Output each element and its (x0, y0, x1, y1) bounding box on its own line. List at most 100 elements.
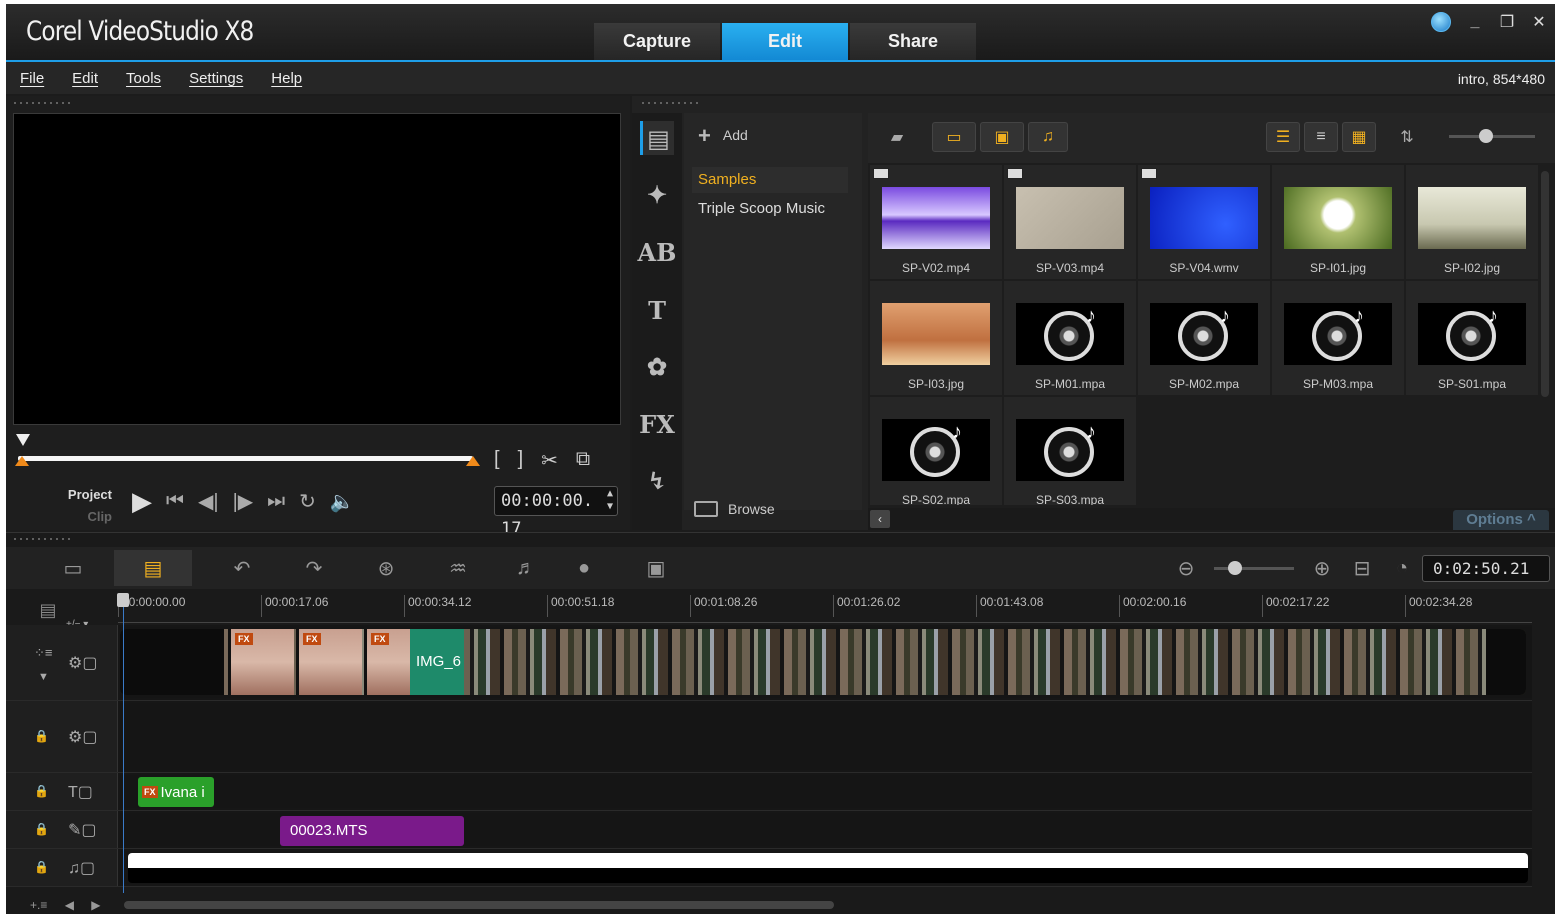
fit-project-icon[interactable]: ⊟ (1346, 553, 1378, 583)
player-timecode[interactable]: 00:00:00. 17 ▲ ▼ (494, 486, 618, 539)
title-clip[interactable]: FX Ivana i (138, 777, 214, 807)
next-frame-icon[interactable]: |▶ (233, 489, 254, 514)
library-item[interactable]: SP-V04.wmv (1138, 165, 1270, 279)
show-audio-icon[interactable]: ♫ (1028, 122, 1068, 152)
video-clip[interactable]: FX (228, 629, 294, 695)
home-icon[interactable]: ⏮ (166, 490, 184, 513)
project-clip-toggle[interactable]: Project Clip (66, 484, 112, 528)
show-photos-icon[interactable]: ▣ (980, 122, 1024, 152)
timeline-scrollbar[interactable] (124, 901, 834, 909)
music-track-body[interactable] (120, 851, 1532, 884)
timeline-view-icon[interactable]: ▤ (114, 550, 192, 586)
video-track-body[interactable]: FX FX FX IMG_6 (120, 627, 1532, 698)
music-clip[interactable] (128, 853, 1528, 883)
minimize-icon[interactable]: _ (1467, 13, 1483, 31)
library-item[interactable]: ♪ SP-S03.mpa (1004, 397, 1136, 505)
add-folder-button[interactable]: + Add (698, 123, 748, 149)
instant-project-icon[interactable]: ✦ (640, 177, 674, 211)
library-item[interactable]: ♪ SP-S01.mpa (1406, 281, 1538, 395)
slider-thumb[interactable] (1479, 129, 1493, 143)
previous-frame-icon[interactable]: ◀| (198, 489, 219, 514)
folder-triple-scoop-music[interactable]: Triple Scoop Music (692, 196, 848, 222)
playhead[interactable] (123, 593, 124, 893)
video-track-icon[interactable]: ⚙▢ (68, 653, 97, 673)
library-item[interactable]: SP-I03.jpg (870, 281, 1002, 395)
library-item[interactable]: SP-I02.jpg (1406, 165, 1538, 279)
collapse-library-icon[interactable]: ‹ (870, 510, 890, 528)
timeline-timecode[interactable]: 0:02:50.21 (1422, 555, 1550, 582)
tab-share[interactable]: Share (850, 23, 976, 60)
library-item[interactable]: SP-V02.mp4 (870, 165, 1002, 279)
thumbnail-view-icon[interactable]: ☰ (1266, 122, 1300, 152)
graphic-icon[interactable]: ✿ (640, 349, 674, 383)
auto-music-icon[interactable]: ♬ (510, 553, 542, 583)
mark-in-button[interactable]: [ (494, 448, 500, 473)
grid-view-icon[interactable]: ▦ (1342, 122, 1376, 152)
overlay-track-body[interactable] (120, 703, 1532, 770)
black-clip[interactable] (120, 629, 224, 695)
undo-icon[interactable]: ↶ (226, 553, 258, 583)
ripple-dropdown-icon[interactable]: ▼ (38, 671, 49, 683)
restore-icon[interactable]: ❐ (1499, 12, 1515, 32)
library-item[interactable]: SP-V03.mp4 (1004, 165, 1136, 279)
voice-clip[interactable]: 00023.MTS (280, 816, 464, 846)
end-icon[interactable]: ⏭ (267, 490, 285, 513)
track-manager-icon[interactable]: ▤ (32, 595, 64, 625)
close-icon[interactable]: ✕ (1531, 12, 1547, 32)
timeline-ruler[interactable]: 00:00:00.00 00:00:17.06 00:00:34.12 00:0… (118, 591, 1532, 623)
library-item[interactable]: ♪ SP-M02.mpa (1138, 281, 1270, 395)
video-clip[interactable]: FX (296, 629, 362, 695)
menu-tools[interactable]: Tools (126, 70, 161, 87)
lock-icon[interactable]: 🔒 (34, 860, 49, 874)
redo-icon[interactable]: ↷ (298, 553, 330, 583)
subtitle-editor-icon[interactable]: ▣ (640, 553, 672, 583)
title-track-icon[interactable]: T▢ (68, 782, 93, 802)
library-item[interactable]: SP-I01.jpg (1272, 165, 1404, 279)
library-item[interactable]: ♪ SP-M01.mpa (1004, 281, 1136, 395)
mark-in-handle[interactable] (15, 456, 29, 466)
volume-icon[interactable]: 🔈 (330, 489, 355, 514)
scroll-right-icon[interactable]: ▶ (91, 898, 100, 912)
video-clips[interactable]: FX FX FX IMG_6 (120, 629, 1526, 695)
fx-filter-icon[interactable]: FX (639, 407, 675, 441)
globe-icon[interactable] (1431, 12, 1451, 32)
title-track-body[interactable]: FX Ivana i (120, 775, 1532, 808)
play-icon[interactable]: ▶ (132, 486, 152, 517)
browse-button[interactable]: Browse (694, 501, 775, 517)
thumbnail-size-slider[interactable] (1449, 129, 1535, 143)
menu-help[interactable]: Help (271, 70, 302, 87)
project-mode-label[interactable]: Project (66, 484, 112, 506)
panel-grip-icon[interactable] (12, 536, 72, 544)
timeline-zoom-slider[interactable] (1214, 561, 1294, 575)
show-videos-icon[interactable]: ▭ (932, 122, 976, 152)
clip-mode-label[interactable]: Clip (66, 506, 112, 528)
menu-file[interactable]: File (20, 70, 44, 87)
overlay-track-icon[interactable]: ⚙▢ (68, 727, 97, 747)
video-clip[interactable]: FX (364, 629, 410, 695)
library-item[interactable]: ♪ SP-M03.mpa (1272, 281, 1404, 395)
library-scrollbar[interactable] (1541, 171, 1549, 397)
panel-grip-icon[interactable] (12, 100, 72, 108)
slider-thumb[interactable] (1228, 561, 1242, 575)
list-view-icon[interactable]: ≡ (1304, 122, 1338, 152)
motion-tracking-icon[interactable]: ● (568, 553, 600, 583)
ripple-edit-icon[interactable]: ⁘≡ (34, 645, 52, 661)
lock-icon[interactable]: 🔒 (34, 729, 49, 743)
tab-edit[interactable]: Edit (722, 23, 848, 60)
options-button[interactable]: Options ^ (1453, 510, 1549, 530)
enlarge-preview-button[interactable]: ⧉ (576, 448, 590, 473)
path-icon[interactable]: ↯ (640, 463, 674, 497)
track-toggle-icon[interactable]: +.≡ (30, 898, 47, 912)
transition-icon[interactable]: AB (638, 235, 677, 269)
timecode-spinner-icon[interactable]: ▲ ▼ (607, 487, 613, 513)
sound-mixer-icon[interactable]: ♒ (442, 553, 474, 583)
storyboard-view-icon[interactable]: ▭ (34, 550, 112, 586)
mark-out-handle[interactable] (466, 456, 480, 466)
zoom-out-icon[interactable]: ⊖ (1170, 553, 1202, 583)
end-black-clip[interactable] (1486, 629, 1526, 695)
music-track-icon[interactable]: ♫▢ (68, 858, 95, 878)
media-library-icon[interactable]: ▤ (640, 121, 674, 155)
mark-out-button[interactable]: ] (518, 448, 524, 473)
repeat-icon[interactable]: ↻ (299, 489, 316, 514)
menu-settings[interactable]: Settings (189, 70, 243, 87)
